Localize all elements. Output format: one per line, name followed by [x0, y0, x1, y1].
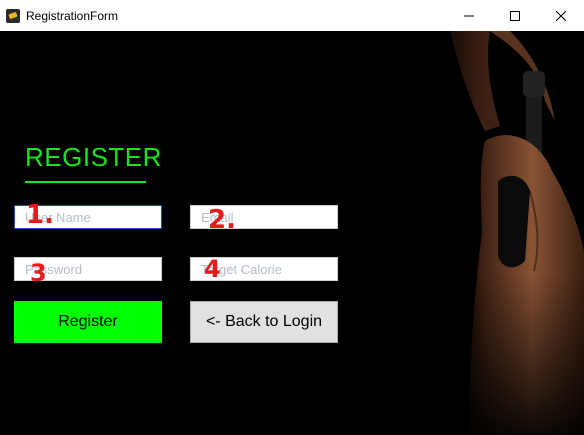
register-button[interactable]: Register — [14, 301, 162, 343]
registration-window: RegistrationForm REGISTER User Name Emai… — [0, 0, 584, 435]
fitness-woman-background-image — [430, 31, 584, 435]
maximize-button[interactable] — [492, 0, 538, 31]
title-underline — [25, 181, 146, 183]
back-to-login-button[interactable]: <- Back to Login — [190, 301, 338, 343]
password-field[interactable] — [14, 257, 162, 281]
window-controls — [446, 0, 584, 31]
page-title: REGISTER — [25, 142, 162, 172]
minimize-button[interactable] — [446, 0, 492, 31]
maximize-icon — [510, 10, 520, 21]
app-icon — [6, 8, 20, 23]
email-field[interactable] — [190, 205, 338, 229]
title-bar[interactable]: RegistrationForm — [0, 0, 584, 31]
form-area: REGISTER Register <- Back to Login 1. 2.… — [0, 31, 584, 435]
username-field[interactable] — [14, 205, 162, 229]
target-calorie-field[interactable] — [190, 257, 338, 281]
window-title: RegistrationForm — [26, 8, 119, 23]
close-button[interactable] — [538, 0, 584, 31]
minimize-icon — [464, 15, 474, 16]
close-icon — [556, 10, 566, 21]
